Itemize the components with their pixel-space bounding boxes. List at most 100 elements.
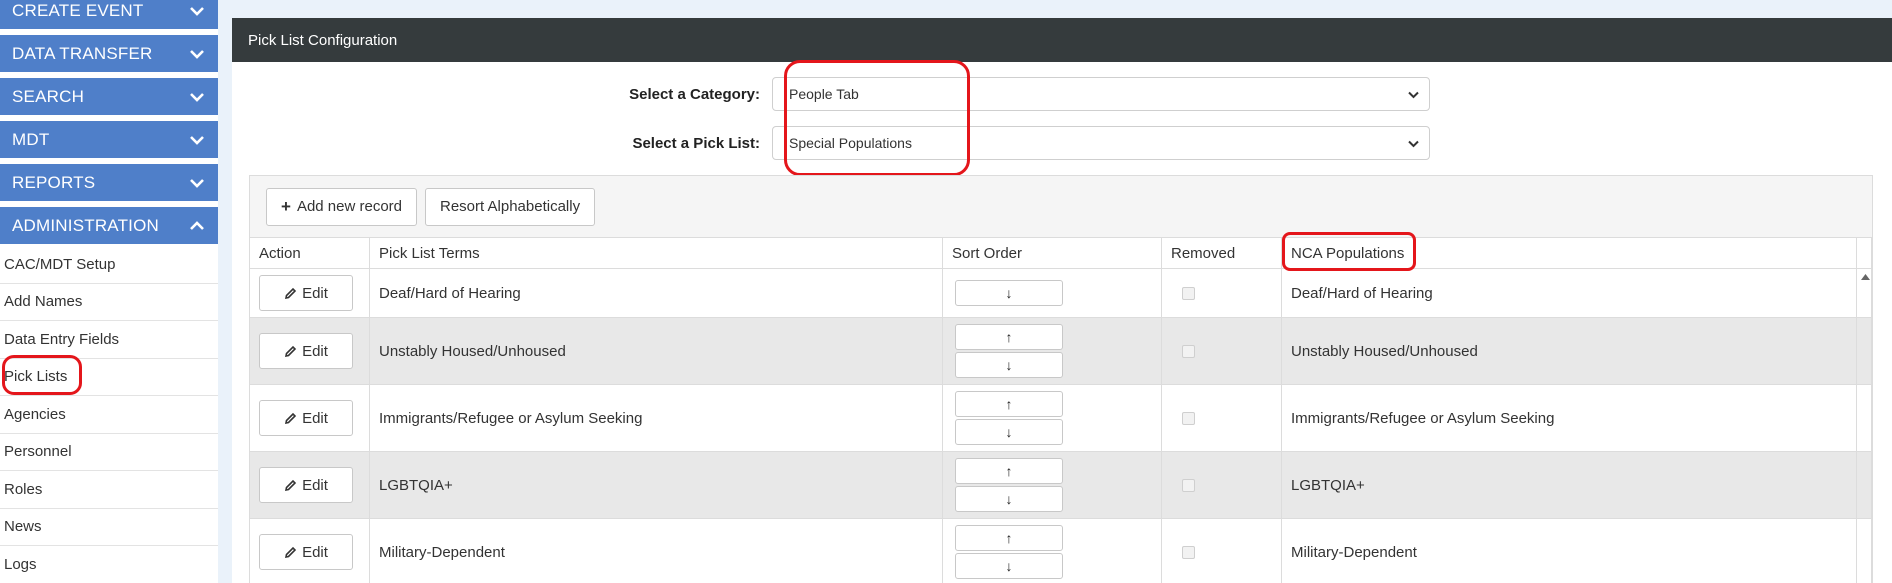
- sidebar-item-label: Data Entry Fields: [4, 330, 120, 348]
- scroll-gutter: [1857, 318, 1872, 384]
- nca-cell: Unstably Housed/Unhoused: [1282, 318, 1857, 384]
- grid-toolbar: + Add new record Resort Alphabetically: [250, 176, 1872, 237]
- pick-list-table: Action Pick List Terms Sort Order Remove…: [250, 237, 1872, 583]
- move-down-button[interactable]: ↓: [955, 553, 1063, 579]
- move-up-button[interactable]: ↑: [955, 324, 1063, 350]
- nav-section-label: CREATE EVENT: [12, 0, 144, 20]
- category-select[interactable]: People Tab: [772, 77, 1430, 111]
- edit-button[interactable]: Edit: [259, 467, 353, 503]
- sidebar-item-label: Pick Lists: [4, 368, 68, 386]
- pencil-icon: [285, 345, 297, 357]
- removed-checkbox[interactable]: [1182, 411, 1195, 425]
- add-record-button[interactable]: + Add new record: [266, 187, 417, 226]
- action-cell: Edit: [250, 385, 370, 451]
- edit-label: Edit: [302, 284, 328, 302]
- panel-header: Pick List Configuration: [232, 18, 1892, 62]
- nav-section-search[interactable]: SEARCH: [0, 78, 218, 115]
- sidebar-item-cac-mdt-setup[interactable]: CAC/MDT Setup: [0, 246, 218, 284]
- table-header: Action Pick List Terms Sort Order Remove…: [250, 237, 1872, 269]
- sidebar-item-pick-lists[interactable]: Pick Lists: [0, 359, 218, 396]
- removed-cell: [1162, 519, 1282, 583]
- edit-button[interactable]: Edit: [259, 275, 353, 311]
- chevron-down-icon: [190, 4, 204, 18]
- removed-cell: [1162, 318, 1282, 384]
- table-row: Edit Military-Dependent ↑ ↓ Military-Dep…: [250, 519, 1872, 583]
- sidebar-item-add-names[interactable]: Add Names: [0, 284, 218, 321]
- table-row: Edit Deaf/Hard of Hearing ↓ Deaf/Hard of…: [250, 269, 1872, 318]
- table-row: Edit Immigrants/Refugee or Asylum Seekin…: [250, 385, 1872, 452]
- nav-section-mdt[interactable]: MDT: [0, 121, 218, 158]
- category-select-value: People Tab: [789, 86, 859, 102]
- move-down-button[interactable]: ↓: [955, 486, 1063, 512]
- col-action: Action: [250, 238, 370, 268]
- sidebar-item-logs[interactable]: Logs: [0, 546, 218, 583]
- table-row: Edit Unstably Housed/Unhoused ↑ ↓ Unstab…: [250, 318, 1872, 385]
- term-cell: Deaf/Hard of Hearing: [370, 269, 943, 317]
- term-cell: Military-Dependent: [370, 519, 943, 583]
- category-row: Select a Category: People Tab: [472, 77, 1430, 111]
- move-up-button[interactable]: ↑: [955, 391, 1063, 417]
- scroll-gutter: [1857, 452, 1872, 518]
- term-cell: LGBTQIA+: [370, 452, 943, 518]
- edit-label: Edit: [302, 409, 328, 427]
- sort-cell: ↑ ↓: [943, 452, 1162, 518]
- removed-checkbox[interactable]: [1182, 344, 1195, 358]
- pencil-icon: [285, 412, 297, 424]
- edit-label: Edit: [302, 476, 328, 494]
- sidebar-item-label: Roles: [4, 480, 43, 498]
- removed-checkbox[interactable]: [1182, 478, 1195, 492]
- move-up-button[interactable]: ↑: [955, 458, 1063, 484]
- edit-button[interactable]: Edit: [259, 333, 353, 369]
- edit-button[interactable]: Edit: [259, 534, 353, 570]
- table-row: Edit LGBTQIA+ ↑ ↓ LGBTQIA+: [250, 452, 1872, 519]
- nav-section-administration[interactable]: ADMINISTRATION: [0, 207, 218, 244]
- action-cell: Edit: [250, 318, 370, 384]
- move-up-button[interactable]: ↑: [955, 525, 1063, 551]
- col-terms: Pick List Terms: [370, 238, 943, 268]
- sidebar-item-label: CAC/MDT Setup: [4, 255, 116, 273]
- pick-list-config-panel: Pick List Configuration Select a Categor…: [232, 18, 1892, 583]
- move-down-button[interactable]: ↓: [955, 419, 1063, 445]
- sidebar-item-label: News: [4, 518, 42, 536]
- nav-section-data-transfer[interactable]: DATA TRANSFER: [0, 35, 218, 72]
- pick-list-grid: + Add new record Resort Alphabetically A…: [249, 175, 1873, 583]
- sidebar-item-roles[interactable]: Roles: [0, 471, 218, 509]
- nca-cell: Deaf/Hard of Hearing: [1282, 269, 1857, 317]
- scroll-up-icon[interactable]: [1858, 270, 1872, 284]
- edit-button[interactable]: Edit: [259, 400, 353, 436]
- sidebar-item-personnel[interactable]: Personnel: [0, 434, 218, 471]
- picklist-select[interactable]: Special Populations: [772, 126, 1430, 160]
- removed-checkbox[interactable]: [1182, 286, 1195, 300]
- chevron-down-icon: [190, 47, 204, 61]
- nav-section-reports[interactable]: REPORTS: [0, 164, 218, 201]
- nav-section-label: DATA TRANSFER: [12, 43, 153, 63]
- chevron-down-icon: [1408, 135, 1419, 151]
- picklist-select-value: Special Populations: [789, 135, 912, 151]
- resort-label: Resort Alphabetically: [440, 198, 581, 215]
- chevron-down-icon: [1408, 86, 1419, 102]
- add-record-label: Add new record: [296, 198, 402, 215]
- sidebar-item-agencies[interactable]: Agencies: [0, 396, 218, 434]
- sidebar-item-news[interactable]: News: [0, 509, 218, 546]
- nav-section-label: ADMINISTRATION: [12, 215, 159, 235]
- action-cell: Edit: [250, 519, 370, 583]
- action-cell: Edit: [250, 269, 370, 317]
- nav-section-label: REPORTS: [12, 172, 96, 192]
- col-sort: Sort Order: [943, 238, 1162, 268]
- edit-label: Edit: [302, 543, 328, 561]
- move-down-button[interactable]: ↓: [955, 280, 1063, 306]
- sidebar: CREATE EVENT DATA TRANSFER SEARCH MDT RE…: [0, 0, 218, 583]
- nav-section-create-event[interactable]: CREATE EVENT: [0, 0, 218, 29]
- sidebar-item-data-entry-fields[interactable]: Data Entry Fields: [0, 321, 218, 359]
- move-down-button[interactable]: ↓: [955, 352, 1063, 378]
- chevron-down-icon: [190, 90, 204, 104]
- removed-checkbox[interactable]: [1182, 545, 1195, 559]
- chevron-down-icon: [190, 133, 204, 147]
- action-cell: Edit: [250, 452, 370, 518]
- resort-alphabetically-button[interactable]: Resort Alphabetically: [425, 187, 596, 226]
- chevron-up-icon: [190, 219, 204, 233]
- sidebar-item-label: Personnel: [4, 443, 72, 461]
- removed-cell: [1162, 269, 1282, 317]
- sidebar-gutter: [218, 0, 232, 583]
- sidebar-item-label: Add Names: [4, 293, 83, 311]
